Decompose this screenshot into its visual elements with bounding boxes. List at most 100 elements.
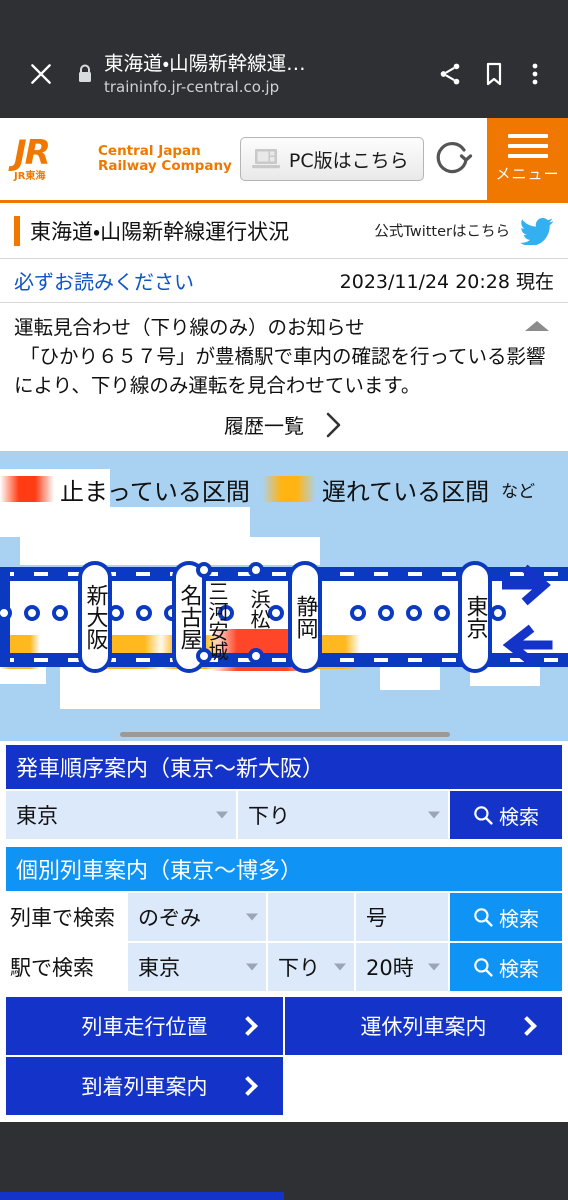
site-header: JR JR東海 Central Japan Railway Company PC… bbox=[0, 118, 568, 203]
station-search-label: 検索 bbox=[499, 956, 539, 981]
read-notice-row: 必ずお読みください 2023/11/24 20:28 現在 bbox=[0, 259, 568, 303]
departure-station-value: 東京 bbox=[16, 804, 58, 828]
chevron-right-icon bbox=[517, 1016, 537, 1036]
pc-version-button[interactable]: PC版はこちら bbox=[239, 137, 424, 181]
browser-title-block[interactable]: 東海道・山陽新幹線運… traininfo.jr-central.co.jp bbox=[102, 52, 428, 97]
train-search-button[interactable]: 検索 bbox=[450, 893, 562, 941]
station-dot[interactable] bbox=[248, 562, 264, 578]
station-label: 名古屋 bbox=[176, 584, 202, 650]
nav-arriving-trains[interactable]: 到着列車案内 bbox=[6, 1057, 283, 1115]
station-dot[interactable] bbox=[248, 648, 264, 664]
chevron-down-icon bbox=[246, 963, 258, 971]
station-search-label: 駅で検索 bbox=[10, 956, 94, 980]
history-label: 履歴一覧 bbox=[224, 414, 304, 438]
train-type-select[interactable]: のぞみ bbox=[128, 893, 266, 941]
share-icon bbox=[440, 63, 460, 85]
twitter-bird-icon bbox=[520, 217, 553, 245]
departure-station-select[interactable]: 東京 bbox=[6, 791, 236, 839]
legend-label-stopped: 止まっている区間 bbox=[60, 477, 250, 506]
menu-button[interactable]: メニュー bbox=[484, 118, 568, 200]
twitter-link[interactable]: 公式Twitterはこちら bbox=[374, 217, 554, 245]
more-vertical-icon bbox=[532, 63, 538, 85]
station-dot[interactable] bbox=[378, 605, 394, 621]
individual-train-panel: 個別列車案内（東京〜博多） 列車で検索 のぞみ 号 検索 駅で検索 東京 下り … bbox=[0, 847, 568, 991]
bookmark-button[interactable] bbox=[472, 49, 516, 99]
share-button[interactable] bbox=[428, 49, 472, 99]
station-dot[interactable] bbox=[136, 605, 152, 621]
chevron-right-icon bbox=[326, 412, 341, 437]
reload-button[interactable] bbox=[424, 118, 484, 200]
station-search-button[interactable]: 検索 bbox=[450, 943, 562, 991]
chevron-down-icon bbox=[334, 963, 346, 971]
departure-form-row: 東京 下り 検索 bbox=[6, 791, 562, 839]
station-dot[interactable] bbox=[406, 605, 422, 621]
train-search-row: 列車で検索 のぞみ 号 検索 bbox=[6, 893, 562, 941]
jr-logo-mark: JR JR東海 bbox=[14, 136, 92, 183]
station-dot[interactable] bbox=[434, 605, 450, 621]
station-dot[interactable] bbox=[350, 605, 366, 621]
line-status-map[interactable]: 止まっている区間 遅れている区間 など 新大阪 名古屋 静岡 東京 三河安城 浜… bbox=[0, 451, 568, 741]
station-shizuoka[interactable]: 静岡 bbox=[288, 561, 322, 673]
quick-links: 列車走行位置 運休列車案内 到着列車案内 bbox=[6, 997, 562, 1115]
chevron-right-icon bbox=[238, 1016, 258, 1036]
station-label: 東京 bbox=[462, 595, 488, 639]
reload-icon bbox=[436, 142, 472, 174]
security-indicator[interactable] bbox=[68, 63, 102, 85]
close-button[interactable] bbox=[14, 47, 68, 101]
lock-icon bbox=[79, 64, 91, 82]
departure-direction-value: 下り bbox=[248, 804, 290, 828]
departure-search-button[interactable]: 検索 bbox=[450, 791, 562, 839]
jr-logo[interactable]: JR JR東海 Central Japan Railway Company bbox=[0, 118, 232, 200]
station-label-hamamatsu[interactable]: 浜松 bbox=[247, 589, 271, 629]
hour-value: 20時 bbox=[366, 956, 414, 980]
browser-page-title: 東海道・山陽新幹線運… bbox=[104, 51, 306, 75]
jr-logo-subtext: JR東海 bbox=[14, 170, 46, 182]
legend-label-etc: など bbox=[501, 481, 536, 502]
overflow-menu-button[interactable] bbox=[516, 49, 554, 99]
chevron-down-icon bbox=[428, 963, 440, 971]
departure-order-panel: 発車順序案内（東京〜新大阪） 東京 下り 検索 bbox=[0, 745, 568, 839]
bookmark-icon bbox=[486, 62, 502, 86]
departure-search-label: 検索 bbox=[499, 804, 539, 829]
station-search-row: 駅で検索 東京 下り 20時 検索 bbox=[6, 943, 562, 991]
train-panel-heading: 個別列車案内（東京〜博多） bbox=[6, 847, 562, 891]
nav-spacer bbox=[285, 1057, 562, 1115]
status-bar bbox=[0, 0, 568, 30]
company-name-line2: Railway Company bbox=[98, 158, 232, 174]
train-number-input[interactable] bbox=[268, 893, 354, 941]
train-number-unit: 号 bbox=[356, 893, 448, 941]
nav-cancelled-trains[interactable]: 運休列車案内 bbox=[285, 997, 562, 1055]
train-search-label: 検索 bbox=[499, 906, 539, 931]
map-horizontal-scrollbar[interactable] bbox=[120, 732, 450, 737]
nav-train-position[interactable]: 列車走行位置 bbox=[6, 997, 283, 1055]
company-name-line1: Central Japan bbox=[98, 143, 201, 159]
station-label-mikawa-anjo[interactable]: 三河安城 bbox=[205, 581, 229, 661]
twitter-label: 公式Twitterはこちら bbox=[374, 224, 510, 240]
station-dot[interactable] bbox=[52, 605, 68, 621]
web-page: JR JR東海 Central Japan Railway Company PC… bbox=[0, 118, 568, 1122]
hour-select[interactable]: 20時 bbox=[356, 943, 448, 991]
legend-label-delayed: 遅れている区間 bbox=[321, 477, 490, 506]
menu-label: メニュー bbox=[495, 165, 560, 183]
direction-select[interactable]: 下り bbox=[268, 943, 354, 991]
legend-swatch-stopped bbox=[0, 476, 54, 502]
hamburger-icon bbox=[507, 134, 548, 158]
train-search-label: 列車で検索 bbox=[10, 906, 115, 930]
station-label: 静岡 bbox=[292, 595, 318, 639]
departure-direction-select[interactable]: 下り bbox=[238, 791, 448, 839]
update-timestamp: 2023/11/24 20:28 現在 bbox=[339, 271, 554, 293]
notice-body-line1: 「ひかり６５７号」が豊橋駅で車内の確認を行っている影響 bbox=[20, 345, 546, 368]
station-dot[interactable] bbox=[24, 605, 40, 621]
must-read-link[interactable]: 必ずお読みください bbox=[14, 266, 194, 295]
collapse-button[interactable] bbox=[522, 317, 552, 339]
station-dot[interactable] bbox=[196, 648, 212, 664]
station-tokyo[interactable]: 東京 bbox=[458, 561, 492, 673]
station-shin-osaka[interactable]: 新大阪 bbox=[78, 561, 112, 673]
screen: 東海道・山陽新幹線運… traininfo.jr-central.co.jp J… bbox=[0, 0, 568, 1200]
bottom-accent-bar bbox=[0, 1192, 284, 1200]
history-link[interactable]: 履歴一覧 bbox=[0, 404, 568, 451]
chevron-down-icon bbox=[246, 913, 258, 921]
nav-label: 運休列車案内 bbox=[360, 1015, 487, 1039]
station-dot[interactable] bbox=[196, 562, 212, 578]
station-select[interactable]: 東京 bbox=[128, 943, 266, 991]
